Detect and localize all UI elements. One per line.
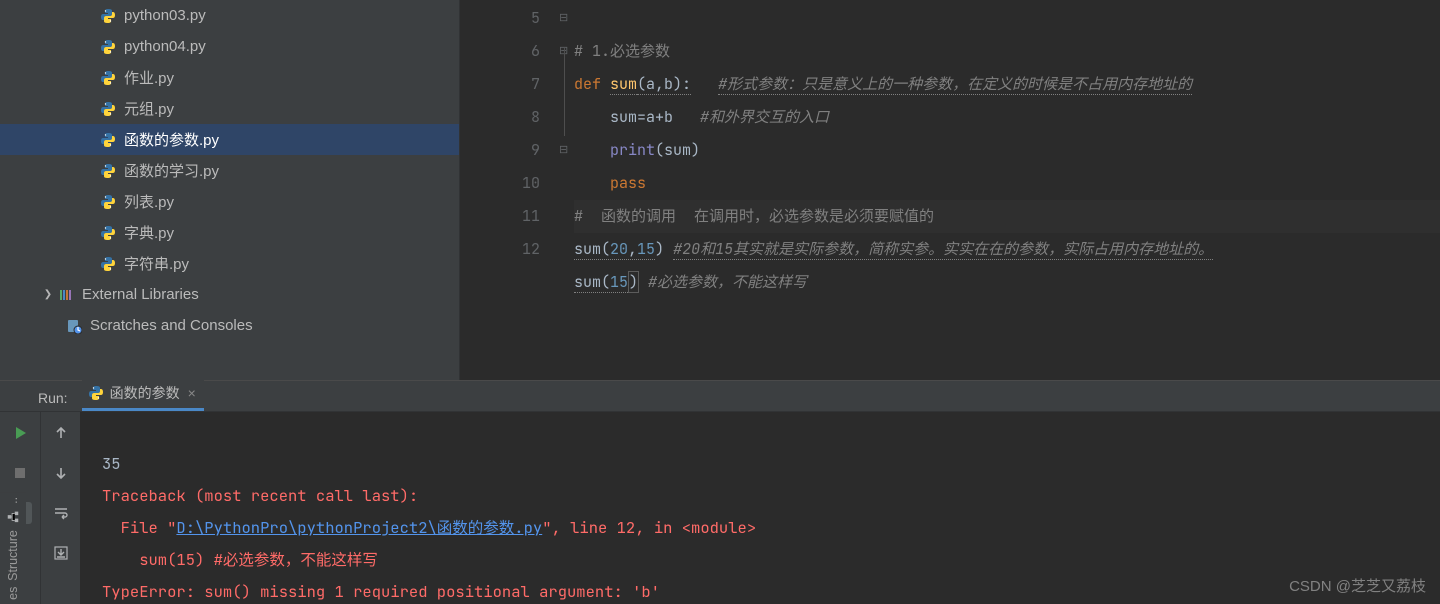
python-file-icon (100, 225, 116, 241)
console-line: Traceback (most recent call last): (102, 485, 418, 506)
python-file-icon (88, 385, 104, 401)
run-tab[interactable]: 函数的参数 × (82, 378, 204, 411)
tree-label: 作业.py (124, 67, 174, 88)
rerun-button[interactable] (8, 422, 32, 444)
tree-item-liebiao[interactable]: 列表.py (0, 186, 459, 217)
python-file-icon (100, 163, 116, 179)
tree-label: 字典.py (124, 222, 174, 243)
python-file-icon (100, 132, 116, 148)
tree-item-scratches[interactable]: Scratches and Consoles (0, 310, 459, 341)
tree-item-hanshuxuexi[interactable]: 函数的学习.py (0, 155, 459, 186)
console-line: 35 (102, 453, 121, 474)
tree-item-zidian[interactable]: 字典.py (0, 217, 459, 248)
python-file-icon (100, 70, 116, 86)
tree-label: Scratches and Consoles (90, 317, 253, 334)
run-tab-label: 函数的参数 (110, 383, 180, 403)
python-file-icon (100, 256, 116, 272)
scratches-icon (66, 318, 82, 334)
run-toolbar-right (40, 412, 80, 604)
scroll-to-end-icon[interactable] (49, 542, 73, 564)
tree-item-python03[interactable]: python03.py (0, 0, 459, 31)
tree-label: 列表.py (124, 191, 174, 212)
up-icon[interactable] (49, 422, 73, 444)
tree-label: python04.py (124, 38, 206, 55)
structure-icon (6, 510, 20, 524)
python-file-icon (100, 194, 116, 210)
tree-label: External Libraries (82, 286, 199, 303)
down-icon[interactable] (49, 462, 73, 484)
structure-tool-stripe[interactable]: es Structure .. (0, 493, 26, 604)
tree-item-yuanzu[interactable]: 元组.py (0, 93, 459, 124)
tree-item-external-libraries[interactable]: ❯ External Libraries (0, 279, 459, 310)
libraries-icon (58, 287, 74, 303)
console-output[interactable]: 35 Traceback (most recent call last): Fi… (80, 412, 1440, 604)
project-tree: python03.py python04.py 作业.py 元组.py 函数的参… (0, 0, 460, 380)
console-line: TypeError: sum() missing 1 required posi… (102, 581, 660, 602)
tree-label: 函数的参数.py (124, 129, 219, 150)
tree-label: python03.py (124, 7, 206, 24)
tree-item-python04[interactable]: python04.py (0, 31, 459, 62)
soft-wrap-icon[interactable] (49, 502, 73, 524)
console-line: File "D:\PythonPro\pythonProject2\函数的参数.… (102, 517, 756, 538)
python-file-icon (100, 8, 116, 24)
tree-item-zifuchuan[interactable]: 字符串.py (0, 248, 459, 279)
stop-button[interactable] (8, 462, 32, 484)
close-icon[interactable]: × (188, 385, 196, 401)
tree-item-zuoye[interactable]: 作业.py (0, 62, 459, 93)
file-link[interactable]: D:\PythonPro\pythonProject2\函数的参数.py (176, 517, 542, 538)
line-gutter: 5 6 7 8 9 10 11 12 (460, 0, 560, 380)
tree-label: 字符串.py (124, 253, 189, 274)
tree-label: 元组.py (124, 98, 174, 119)
tree-item-hanshucanshu[interactable]: 函数的参数.py (0, 124, 459, 155)
code-editor[interactable]: 5 6 7 8 9 10 11 12 ⊟ ⊟ ⊟ # 1.必选参数def sum… (460, 0, 1440, 380)
run-header: Run: 函数的参数 × (0, 381, 1440, 412)
code-area[interactable]: # 1.必选参数def sum(a,b): #形式参数：只是意义上的一种参数，在… (574, 0, 1440, 380)
run-tool-window: Run: 函数的参数 × 35 Traceback (most recent c… (0, 380, 1440, 604)
fold-column: ⊟ ⊟ ⊟ (560, 0, 574, 380)
python-file-icon (100, 39, 116, 55)
console-line: sum(15) #必选参数，不能这样写 (102, 549, 378, 570)
tree-label: 函数的学习.py (124, 160, 219, 181)
run-label: Run: (38, 390, 68, 411)
python-file-icon (100, 101, 116, 117)
chevron-right-icon: ❯ (42, 289, 54, 300)
